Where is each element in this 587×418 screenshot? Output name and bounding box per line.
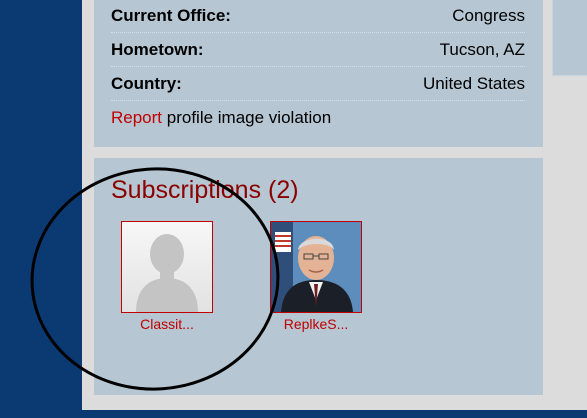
subscriptions-panel: Subscriptions (2) Classit... ReplkeS... — [94, 158, 543, 395]
current-office-value: Congress — [452, 6, 525, 25]
default-avatar-icon[interactable] — [121, 221, 213, 313]
subscription-item[interactable]: Classit... — [121, 221, 213, 332]
subscriptions-title: Subscriptions (2) — [111, 176, 299, 204]
info-row-current-office: Current Office: Congress — [111, 0, 525, 33]
right-side-panel — [552, 0, 587, 76]
report-link[interactable]: Report — [111, 108, 162, 127]
bottom-strip — [82, 410, 587, 418]
country-label: Country: — [111, 74, 182, 93]
country-value: United States — [422, 74, 525, 93]
left-sidebar — [0, 0, 82, 418]
info-row-country: Country: United States — [111, 68, 525, 101]
report-text: profile image violation — [162, 108, 332, 127]
profile-photo[interactable] — [270, 221, 362, 313]
portrait-photo-icon — [271, 222, 361, 312]
subscription-name[interactable]: Classit... — [121, 316, 213, 332]
profile-info-panel: Current Office: Congress Hometown: Tucso… — [94, 0, 543, 147]
silhouette-icon — [136, 234, 198, 312]
hometown-value: Tucson, AZ — [439, 40, 525, 59]
report-violation-line: Report profile image violation — [111, 108, 331, 128]
subscription-name[interactable]: ReplkeS... — [270, 316, 362, 332]
current-office-label: Current Office: — [111, 6, 231, 25]
hometown-label: Hometown: — [111, 40, 204, 59]
info-row-hometown: Hometown: Tucson, AZ — [111, 34, 525, 67]
subscription-item[interactable]: ReplkeS... — [270, 221, 362, 332]
